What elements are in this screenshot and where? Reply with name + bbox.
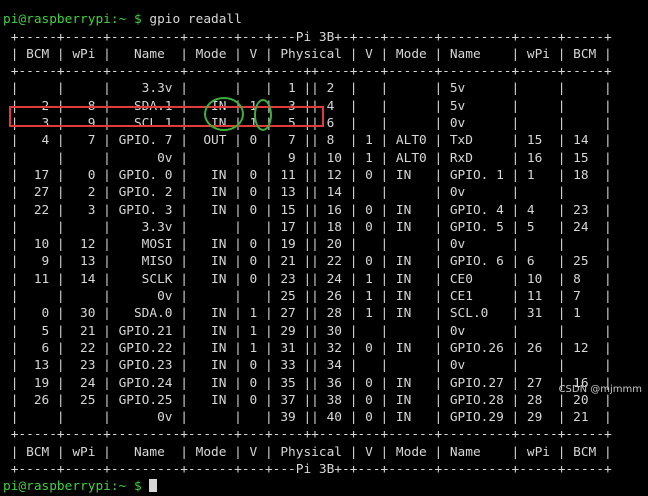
- table-row: | | | 3.3v | | | 17 || 18 | 0 | IN | GPI…: [3, 219, 612, 235]
- table-footer: | BCM | wPi | Name | Mode | V | Physical…: [3, 444, 612, 460]
- table-header: | BCM | wPi | Name | Mode | V | Physical…: [3, 46, 612, 62]
- terminal-line-partial: [3, 0, 619, 11]
- highlight-oval-value: [254, 99, 272, 131]
- table-row: | | | 0v | | | 9 || 10 | 1 | ALT0 | RxD …: [3, 150, 612, 166]
- table-row: | 19 | 24 | GPIO.24 | IN | 0 | 35 || 36 …: [3, 375, 612, 391]
- table-row: | 4 | 7 | GPIO. 7 | OUT | 0 | 7 || 8 | 1…: [3, 133, 612, 149]
- table-separator-bottom: +-----+-----+---------+------+---+---Pi …: [3, 462, 612, 478]
- table-row: | 10 | 12 | MOSI | IN | 0 | 19 || 20 | |…: [3, 237, 612, 253]
- table-separator-top: +-----+-----+---------+------+---+---Pi …: [3, 29, 612, 45]
- shell-prompt-bottom: pi@raspberrypi:~ $: [3, 479, 150, 495]
- table-row: | 11 | 14 | SCLK | IN | 0 | 23 || 24 | 1…: [3, 271, 612, 287]
- table-row: | | | 3.3v | | | 1 || 2 | | | 5v | | |: [3, 81, 612, 97]
- table-row: | 5 | 21 | GPIO.21 | IN | 1 | 29 || 30 |…: [3, 323, 612, 339]
- table-row: | 27 | 2 | GPIO. 2 | IN | 0 | 13 || 14 |…: [3, 185, 612, 201]
- table-separator-header: +-----+-----+---------+------+---+----++…: [3, 64, 612, 80]
- bottom-prompt-line: pi@raspberrypi:~ $: [3, 478, 619, 495]
- table-row: | 13 | 23 | GPIO.23 | IN | 0 | 33 || 34 …: [3, 358, 612, 374]
- table-row: | 17 | 0 | GPIO. 0 | IN | 0 | 11 || 12 |…: [3, 167, 612, 183]
- table-body: | | | 3.3v | | | 1 || 2 | | | 5v | | | |…: [3, 80, 619, 426]
- watermark: CSDN @mjmmm: [558, 383, 642, 395]
- terminal-output[interactable]: pi@raspberrypi:~ $ gpio readall +-----+-…: [3, 0, 619, 496]
- table-row: | 9 | 13 | MISO | IN | 0 | 21 || 22 | 0 …: [3, 254, 612, 270]
- table-row: | | | 0v | | | 25 || 26 | 1 | IN | CE1 |…: [3, 289, 612, 305]
- shell-prompt: pi@raspberrypi:~ $: [3, 12, 142, 28]
- table-row: | 26 | 25 | GPIO.25 | IN | 0 | 37 || 38 …: [3, 392, 612, 408]
- highlight-box-gpio7: [9, 106, 324, 127]
- table-row: | 22 | 3 | GPIO. 3 | IN | 0 | 15 || 16 |…: [3, 202, 612, 218]
- table-row: | 0 | 30 | SDA.0 | IN | 1 | 27 || 28 | 1…: [3, 306, 612, 322]
- command-text: gpio readall: [141, 12, 242, 28]
- table-row: | 6 | 22 | GPIO.22 | IN | 1 | 31 || 32 |…: [3, 340, 612, 356]
- highlight-oval-mode: [204, 97, 244, 131]
- table-separator-footer: +-----+-----+---------+------+---+----++…: [3, 427, 612, 443]
- command-line: pi@raspberrypi:~ $ gpio readall: [3, 11, 619, 28]
- cursor-icon: [149, 479, 158, 493]
